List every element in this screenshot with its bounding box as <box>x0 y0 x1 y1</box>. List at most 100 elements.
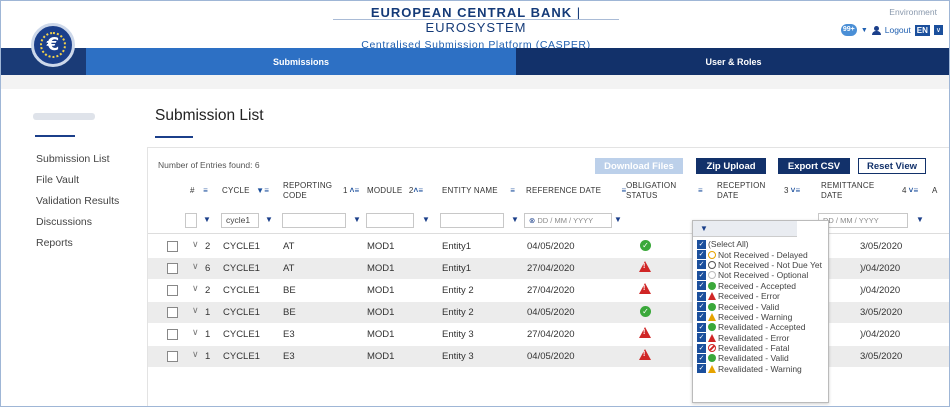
row-checkbox[interactable] <box>167 307 178 318</box>
chevron-down-icon[interactable]: ∨ <box>192 305 199 316</box>
sidebar-item-discussions[interactable]: Discussions <box>36 212 141 233</box>
index-filter-input[interactable] <box>185 213 197 228</box>
user-icon <box>871 25 881 35</box>
chevron-down-icon[interactable]: ∨ <box>192 283 199 294</box>
app-header: € EUROPEAN CENTRAL BANK | EUROSYSTEM Cen… <box>1 1 949 67</box>
option-not-received-delayed[interactable]: ✓ Not Received - Delayed <box>693 249 828 260</box>
clear-icon[interactable]: ⊗ <box>529 216 535 225</box>
filter-icon[interactable]: ▼ <box>511 215 519 224</box>
sort-menu-icon[interactable]: ≡ <box>698 186 703 195</box>
download-files-button[interactable]: Download Files <box>595 158 683 174</box>
chevron-down-icon[interactable]: ∨ <box>192 349 199 360</box>
filter-icon[interactable]: ▼ <box>353 215 361 224</box>
table-row[interactable]: ∨ 2 CYCLE1 AT MOD1 Entity1 04/05/2020 ✓ … <box>148 236 949 257</box>
row-checkbox[interactable] <box>167 241 178 252</box>
tab-user-roles[interactable]: User & Roles <box>516 48 949 75</box>
filter-icon[interactable]: ▼ <box>614 215 622 224</box>
row-checkbox[interactable] <box>167 329 178 340</box>
sort-asc-icon[interactable]: ˄≡ <box>350 186 360 195</box>
row-checkbox[interactable] <box>167 263 178 274</box>
module-filter-input[interactable] <box>366 213 414 228</box>
sort-menu-icon[interactable]: ≡ <box>264 186 269 195</box>
option-received-warning[interactable]: ✓ Received - Warning <box>693 312 828 322</box>
filter-icon[interactable]: ▼ <box>203 215 211 224</box>
reference-date-filter-input[interactable]: ⊗ DD / MM / YYYY <box>524 213 612 228</box>
table-row[interactable]: ∨ 6 CYCLE1 AT MOD1 Entity1 27/04/2020 ! … <box>148 258 949 279</box>
option-received-error[interactable]: ✓ Received - Error <box>693 291 828 301</box>
cycle-filter-input[interactable]: cycle1 <box>221 213 259 228</box>
option-not-received-optional[interactable]: ✓ Not Received - Optional <box>693 270 828 280</box>
checkbox-checked-icon[interactable]: ✓ <box>697 333 706 343</box>
column-header-reporting-code[interactable]: REPORTING CODE <box>283 181 332 201</box>
checkbox-checked-icon[interactable]: ✓ <box>697 291 706 301</box>
column-header-reference-date[interactable]: REFERENCE DATE ≡ <box>526 186 626 195</box>
option-revalidated-accepted[interactable]: ✓ Revalidated - Accepted <box>693 322 828 332</box>
sort-menu-icon[interactable]: ≡ <box>510 186 515 195</box>
checkbox-checked-icon[interactable]: ✓ <box>697 302 706 312</box>
obligation-sort[interactable]: ≡ <box>698 186 703 195</box>
tab-submissions[interactable]: Submissions <box>86 48 516 75</box>
checkbox-checked-icon[interactable]: ✓ <box>697 343 706 353</box>
row-checkbox[interactable] <box>167 285 178 296</box>
filter-icon[interactable]: ▼ <box>700 224 708 233</box>
sidebar-item-validation-results[interactable]: Validation Results <box>36 191 141 212</box>
option-revalidated-fatal[interactable]: ✓ Revalidated - Fatal <box>693 343 828 353</box>
checkbox-checked-icon[interactable]: ✓ <box>697 312 706 322</box>
sort-desc-icon[interactable]: ˅≡ <box>909 186 919 195</box>
column-header-remittance-date[interactable]: REMITTANCE DATE <box>821 181 874 201</box>
row-checkbox[interactable] <box>167 351 178 362</box>
checkbox-checked-icon[interactable]: ✓ <box>697 364 706 374</box>
sidebar-item-submission-list[interactable]: Submission List <box>36 149 141 170</box>
export-csv-button[interactable]: Export CSV <box>778 158 850 174</box>
column-header-module[interactable]: MODULE 2˄≡ <box>367 186 423 195</box>
filter-icon[interactable]: ▼ <box>916 215 924 224</box>
remittance-date-filter-input[interactable]: DD / MM / YYYY <box>818 213 908 228</box>
checkbox-checked-icon[interactable]: ✓ <box>697 281 706 291</box>
sort-menu-icon[interactable]: ≡ <box>203 186 208 195</box>
notifications-badge[interactable]: 99+ <box>840 24 857 36</box>
option-revalidated-valid[interactable]: ✓ Revalidated - Valid <box>693 353 828 363</box>
checkbox-checked-icon[interactable]: ✓ <box>697 250 706 260</box>
filter-icon[interactable]: ▼ <box>265 215 273 224</box>
reporting-code-filter-input[interactable] <box>282 213 346 228</box>
chevron-down-icon[interactable]: ∨ <box>192 261 199 272</box>
option-revalidated-error[interactable]: ✓ Revalidated - Error <box>693 333 828 343</box>
remittance-sort[interactable]: 4 ˅≡ <box>902 186 918 195</box>
chevron-down-icon[interactable]: ∨ <box>933 25 943 35</box>
sort-desc-icon[interactable]: ˅≡ <box>791 186 801 195</box>
option-received-accepted[interactable]: ✓ Received - Accepted <box>693 281 828 291</box>
checkbox-checked-icon[interactable]: ✓ <box>697 322 706 332</box>
filter-icon[interactable]: ▼ <box>422 215 430 224</box>
chevron-down-icon[interactable]: ∨ <box>192 239 199 250</box>
table-row[interactable]: ∨ 1 CYCLE1 E3 MOD1 Entity 3 04/05/2020 !… <box>148 346 949 367</box>
caret-down-icon[interactable]: ▼ <box>861 27 868 34</box>
sort-asc-icon[interactable]: ˄≡ <box>414 186 424 195</box>
option-revalidated-warning[interactable]: ✓ Revalidated - Warning <box>693 364 828 374</box>
option-not-received-not-due-yet[interactable]: ✓ Not Received - Not Due Yet <box>693 260 828 270</box>
column-header-obligation-status[interactable]: OBLIGATION STATUS <box>626 181 676 201</box>
checkbox-checked-icon[interactable]: ✓ <box>697 353 706 363</box>
logout-link[interactable]: Logout <box>885 25 911 35</box>
table-row[interactable]: ∨ 2 CYCLE1 BE MOD1 Entity 2 27/04/2020 !… <box>148 280 949 301</box>
entity-filter-input[interactable] <box>440 213 504 228</box>
reception-sort[interactable]: 3 ˅≡ <box>784 186 800 195</box>
sidebar-item-file-vault[interactable]: File Vault <box>36 170 141 191</box>
reset-view-button[interactable]: Reset View <box>858 158 926 174</box>
checkbox-checked-icon[interactable]: ✓ <box>697 270 706 280</box>
language-select[interactable]: EN <box>914 24 930 36</box>
table-row[interactable]: ∨ 1 CYCLE1 E3 MOD1 Entity 3 27/04/2020 !… <box>148 324 949 345</box>
zip-upload-button[interactable]: Zip Upload <box>696 158 766 174</box>
checkbox-checked-icon[interactable]: ✓ <box>697 260 706 270</box>
column-header-cycle[interactable]: CYCLE ▼≡ <box>222 186 269 195</box>
chevron-down-icon[interactable]: ∨ <box>192 327 199 338</box>
ecb-logo[interactable]: € <box>31 23 75 67</box>
column-header-index[interactable]: # ≡ <box>190 186 208 195</box>
column-header-entity[interactable]: ENTITY NAME ≡ <box>442 186 515 195</box>
column-header-reception-date[interactable]: RECEPTION DATE <box>717 181 765 201</box>
table-row[interactable]: ∨ 1 CYCLE1 BE MOD1 Entity 2 04/05/2020 ✓… <box>148 302 949 323</box>
option-select-all[interactable]: ✓ (Select All) <box>693 239 828 249</box>
reporting-code-sort[interactable]: 1 ˄≡ <box>343 186 359 195</box>
sidebar-item-reports[interactable]: Reports <box>36 233 141 254</box>
option-received-valid[interactable]: ✓ Received - Valid <box>693 301 828 312</box>
checkbox-checked-icon[interactable]: ✓ <box>697 239 706 249</box>
